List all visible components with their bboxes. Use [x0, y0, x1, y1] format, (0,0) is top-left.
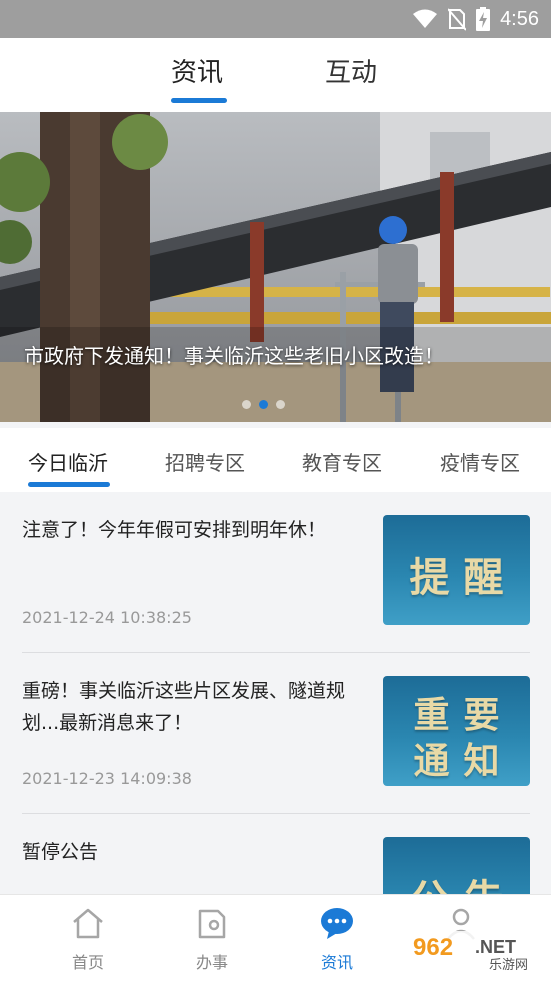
thumb-text: 公告 [383, 867, 530, 894]
nav-label: 办事 [195, 953, 228, 972]
carousel-dot[interactable] [276, 400, 285, 409]
status-time: 4:56 [500, 7, 539, 30]
status-icons: 4:56 [412, 7, 539, 31]
tab-interaction[interactable]: 互动 [325, 52, 377, 89]
tab-today-linyi[interactable]: 今日临沂 [28, 447, 108, 476]
thumb-text: 重要 [413, 694, 514, 736]
no-sim-icon [448, 8, 467, 31]
banner-caption[interactable]: 市政府下发通知！事关临沂这些老旧小区改造！ [24, 340, 444, 369]
watermark-number: 962 [413, 934, 453, 961]
carousel-dot[interactable] [242, 400, 251, 409]
banner-carousel[interactable]: 市政府下发通知！事关临沂这些老旧小区改造！ [0, 112, 551, 422]
bottom-nav: 首页 办事 资讯 962 .NET 乐游网 [0, 894, 551, 981]
news-title[interactable]: 重磅！事关临沂这些片区发展、隧道规划...最新消息来了！ [22, 675, 352, 739]
category-tab-indicator [28, 482, 110, 487]
news-title[interactable]: 注意了！今年年假可安排到明年休！ [22, 514, 352, 546]
status-bar: 4:56 [0, 0, 551, 38]
tab-education[interactable]: 教育专区 [302, 447, 382, 476]
nav-news[interactable]: 资讯 [277, 895, 397, 981]
tab-recruitment[interactable]: 招聘专区 [165, 447, 245, 476]
watermark-site: 乐游网 [489, 958, 528, 973]
news-item[interactable]: 重磅！事关临沂这些片区发展、隧道规划...最新消息来了！ 2021-12-23 … [0, 653, 551, 814]
news-title[interactable]: 暂停公告 [22, 836, 352, 868]
news-item[interactable]: 注意了！今年年假可安排到明年休！ 2021-12-24 10:38:25 提醒 [0, 492, 551, 653]
news-list: 注意了！今年年假可安排到明年休！ 2021-12-24 10:38:25 提醒 … [0, 492, 551, 894]
category-tab-bar: 今日临沂 招聘专区 教育专区 疫情专区 [0, 428, 551, 492]
watermark-suffix: .NET [475, 937, 516, 957]
news-item[interactable]: 暂停公告 公告 [0, 814, 551, 894]
battery-charging-icon [476, 7, 491, 31]
nav-home[interactable]: 首页 [28, 895, 148, 981]
nav-label: 首页 [71, 953, 104, 972]
nav-label: 资讯 [320, 953, 353, 972]
news-time: 2021-12-24 10:38:25 [22, 608, 192, 627]
carousel-dot-active[interactable] [259, 400, 268, 409]
news-time: 2021-12-23 14:09:38 [22, 769, 192, 788]
wifi-icon [413, 9, 438, 28]
tab-indicator [171, 98, 227, 103]
top-tab-bar: 资讯 互动 [0, 38, 551, 112]
thumb-text: 提醒 [409, 554, 518, 601]
tab-epidemic[interactable]: 疫情专区 [440, 447, 520, 476]
carousel-dots [242, 400, 285, 409]
home-icon [73, 908, 103, 939]
banner-image [0, 112, 551, 422]
watermark-logo: 962 .NET 乐游网 [409, 931, 545, 973]
news-thumbnail[interactable]: 公告 [383, 837, 530, 894]
tab-news[interactable]: 资讯 [171, 52, 223, 89]
chat-bubble-icon [321, 908, 353, 939]
thumb-text: 通知 [413, 740, 514, 782]
news-thumbnail[interactable]: 重要 通知 [383, 676, 530, 786]
news-thumbnail[interactable]: 提醒 [383, 515, 530, 625]
wallet-icon [198, 909, 226, 939]
nav-services[interactable]: 办事 [152, 895, 272, 981]
